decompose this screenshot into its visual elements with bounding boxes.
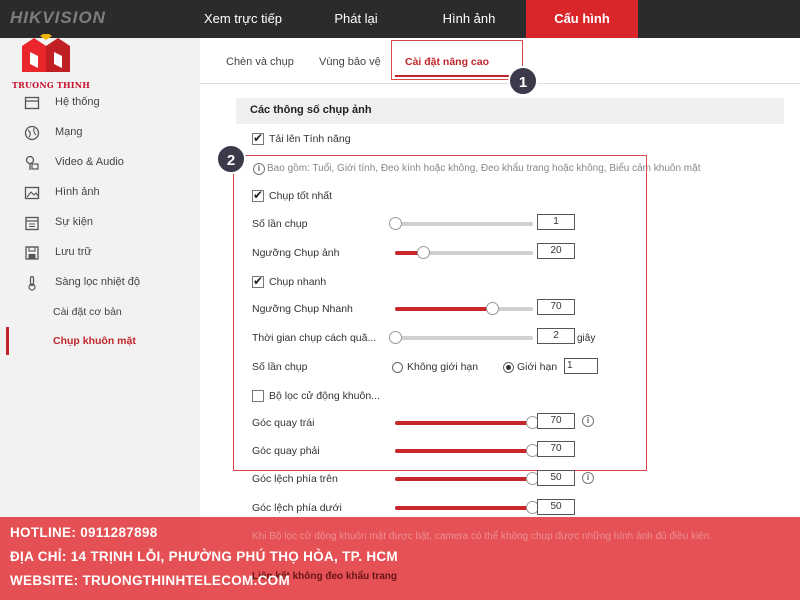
downward-tilt-slider[interactable]	[395, 501, 539, 514]
downward-tilt-label: Góc lệch phía dưới	[252, 502, 342, 514]
contact-banner: Khi Bộ lọc cử động khuôn mặt được bật, c…	[0, 517, 800, 600]
brand-logo-text: HIKVISION	[10, 8, 106, 27]
subtab-shield-region[interactable]: Vùng bảo vệ	[319, 56, 381, 68]
callout-1: 1	[508, 66, 538, 96]
slider-fill	[395, 449, 533, 453]
face-filter-warning-note: Khi Bộ lọc cử động khuôn mặt được bật, c…	[252, 531, 713, 542]
upward-tilt-info-icon[interactable]: i	[582, 472, 594, 484]
slider-fill	[395, 421, 533, 425]
right-rotation-slider[interactable]	[395, 444, 539, 457]
quick-capture-threshold-slider[interactable]	[395, 302, 533, 315]
left-rotation-slider[interactable]	[395, 416, 539, 429]
hotline-text: HOTLINE: 0911287898	[10, 525, 158, 540]
quick-capture-label: Chụp nhanh	[269, 276, 327, 288]
subtab-insert-capture[interactable]: Chèn và chụp	[226, 56, 294, 68]
sidebar-item-storage[interactable]: Lưu trữ	[0, 238, 200, 268]
slider-fill	[395, 477, 533, 481]
top-nav-bar: HIKVISION Xem trực tiếp Phát lại Hình ản…	[0, 0, 800, 38]
face-filter-label: Bộ lọc cử động khuôn...	[269, 390, 380, 402]
upward-tilt-input[interactable]: 50	[537, 470, 575, 486]
storage-icon	[25, 246, 39, 260]
best-capture-count-input[interactable]: 1	[537, 214, 575, 230]
sidebar-item-events[interactable]: Sự kiện	[0, 208, 200, 238]
callout-2: 2	[216, 144, 246, 174]
slider-knob[interactable]	[416, 246, 430, 259]
sidebar-item-network[interactable]: Mạng	[0, 118, 200, 148]
sidebar-item-video-audio[interactable]: Video & Audio	[0, 148, 200, 178]
highlight-box-advanced-tab	[391, 40, 523, 80]
sidebar-item-image[interactable]: Hình ảnh	[0, 178, 200, 208]
face-filter-checkbox[interactable]	[252, 390, 264, 402]
capture-threshold-slider[interactable]	[395, 246, 533, 259]
sidebar-item-label: Video & Audio	[55, 156, 124, 168]
capture-threshold-label: Ngưỡng Chụp ảnh	[252, 247, 340, 259]
best-capture-label: Chụp tốt nhất	[269, 190, 333, 202]
sidebar-item-system[interactable]: Hệ thống	[0, 88, 200, 118]
right-rotation-label: Góc quay phải	[252, 445, 320, 457]
website-text: WEBSITE: TRUONGTHINHTELECOM.COM	[10, 573, 291, 588]
sidebar-subitem-basic-settings[interactable]: Cài đặt cơ bản	[53, 306, 122, 318]
slider-knob[interactable]	[389, 331, 402, 344]
quick-capture-checkbox[interactable]	[252, 274, 264, 288]
section-header: Các thông số chụp ảnh	[236, 98, 784, 124]
sidebar: Hệ thống Mạng Video & Audio Hình ảnh Sự …	[0, 38, 200, 600]
quick-capture-count-label: Số lần chụp	[252, 361, 308, 373]
sidebar-item-label: Hình ảnh	[55, 186, 100, 198]
calendar-icon	[25, 216, 39, 231]
radio-unlimited-label: Không giới hạn	[407, 361, 479, 373]
quick-capture-limit-input[interactable]: 1	[564, 358, 598, 374]
nav-tab-image[interactable]: Hình ảnh	[414, 0, 524, 38]
image-icon	[24, 186, 40, 200]
upload-features-checkbox[interactable]	[252, 131, 264, 145]
nav-tab-playback[interactable]: Phát lại	[300, 0, 412, 38]
best-capture-count-label: Số lần chụp	[252, 218, 308, 230]
capture-interval-unit: giây	[577, 333, 596, 344]
right-rotation-input[interactable]: 70	[537, 441, 575, 457]
capture-interval-slider[interactable]	[389, 331, 533, 344]
nav-tab-live-view[interactable]: Xem trực tiếp	[188, 0, 298, 38]
capture-interval-label: Thời gian chụp cách quã...	[252, 332, 377, 344]
left-rotation-input[interactable]: 70	[537, 413, 575, 429]
sidebar-active-indicator	[6, 327, 9, 355]
sidebar-item-label: Mạng	[55, 126, 83, 138]
upload-features-label: Tải lên Tính năng	[269, 133, 351, 145]
capture-threshold-input[interactable]: 20	[537, 243, 575, 259]
left-rotation-label: Góc quay trái	[252, 417, 315, 429]
radio-limited-label: Giới hạn	[517, 361, 558, 373]
system-icon	[24, 96, 40, 110]
nav-tab-configuration[interactable]: Cấu hình	[526, 0, 638, 38]
slider-knob[interactable]	[389, 217, 402, 230]
sidebar-item-label: Sàng lọc nhiệt độ	[55, 276, 141, 288]
upward-tilt-slider[interactable]	[395, 472, 539, 485]
quick-capture-threshold-label: Ngưỡng Chụp Nhanh	[252, 303, 353, 315]
sidebar-item-label: Hệ thống	[55, 96, 100, 108]
sidebar-item-label: Lưu trữ	[55, 246, 92, 258]
sidebar-item-temperature-screening[interactable]: Sàng lọc nhiệt độ	[0, 268, 200, 298]
slider-fill	[395, 307, 492, 311]
left-rotation-info-icon[interactable]: i	[582, 415, 594, 427]
globe-icon	[24, 125, 40, 141]
section-title: Các thông số chụp ảnh	[250, 104, 372, 116]
radio-unlimited[interactable]	[392, 362, 403, 373]
upward-tilt-label: Góc lệch phía trên	[252, 473, 338, 485]
slider-knob[interactable]	[485, 302, 499, 315]
thermometer-icon	[28, 275, 36, 291]
sidebar-item-label: Sự kiện	[55, 216, 93, 228]
slider-fill	[395, 506, 533, 510]
best-capture-count-slider[interactable]	[389, 217, 533, 230]
video-audio-icon	[25, 155, 39, 170]
radio-limited[interactable]	[503, 362, 514, 373]
logo-text: TRUONG THINH	[12, 80, 91, 90]
capture-interval-input[interactable]: 2	[537, 328, 575, 344]
address-text: ĐỊA CHỈ: 14 TRỊNH LỖI, PHƯỜNG PHÚ THỌ HÒ…	[10, 549, 398, 564]
sidebar-subitem-face-capture[interactable]: Chụp khuôn mặt	[53, 335, 136, 347]
downward-tilt-input[interactable]: 50	[537, 499, 575, 515]
quick-capture-threshold-input[interactable]: 70	[537, 299, 575, 315]
best-capture-checkbox[interactable]	[252, 188, 264, 202]
